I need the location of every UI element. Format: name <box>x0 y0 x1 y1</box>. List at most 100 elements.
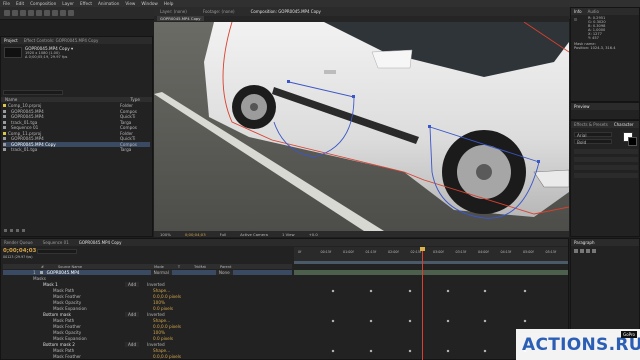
interpret-footage-icon[interactable] <box>4 228 7 232</box>
current-time[interactable]: 0;00;04;03 <box>185 232 206 237</box>
keyframe[interactable] <box>408 349 412 352</box>
menu-view[interactable]: View <box>125 1 135 6</box>
keyframe[interactable] <box>483 289 487 292</box>
tab-sequence[interactable]: Sequence 01 <box>43 240 69 245</box>
camera-dropdown[interactable]: Active Camera <box>240 232 268 237</box>
layer-name[interactable]: GOPR0045.MP4 <box>47 270 147 275</box>
property-value[interactable]: 0.0 pixels <box>153 336 173 341</box>
layer-parent[interactable]: None <box>215 270 233 275</box>
composition-viewer[interactable] <box>154 22 569 231</box>
layer-bar[interactable] <box>294 270 568 275</box>
tab-info[interactable]: Info <box>574 9 582 14</box>
rotate-tool-icon[interactable] <box>28 10 34 16</box>
menu-help[interactable]: Help <box>164 1 174 6</box>
property-row[interactable]: Mask Path Shape... <box>5 288 290 293</box>
property-row[interactable]: Mask Feather 0.0,0.0 pixels <box>5 294 290 299</box>
keyframe[interactable] <box>408 289 412 292</box>
project-item[interactable]: GOPR0045.MP4 Compos <box>3 109 150 114</box>
tab-layer[interactable]: Layer: (none) <box>160 9 187 14</box>
trash-icon[interactable] <box>22 228 25 232</box>
column-name[interactable]: Name <box>5 97 17 102</box>
property-row[interactable]: Mask Feather 0.0,0.0 pixels <box>5 354 290 359</box>
inverted-checkbox[interactable]: Inverted <box>147 282 165 287</box>
work-area-bar[interactable] <box>294 261 568 264</box>
menu-layer[interactable]: Layer <box>62 1 74 6</box>
keyframe[interactable] <box>369 289 373 292</box>
new-comp-icon[interactable] <box>16 228 19 232</box>
tab-character[interactable]: Character <box>614 122 634 127</box>
menu-window[interactable]: Window <box>141 1 158 6</box>
property-value[interactable]: 0.0,0.0 pixels <box>153 324 181 329</box>
menu-effect[interactable]: Effect <box>80 1 92 6</box>
pan-behind-tool-icon[interactable] <box>44 10 50 16</box>
inverted-checkbox[interactable]: Inverted <box>147 312 165 317</box>
property-value[interactable]: Shape... <box>153 288 170 293</box>
property-value[interactable]: 0.0 pixels <box>153 306 173 311</box>
tab-render-queue[interactable]: Render Queue <box>4 240 33 245</box>
keyframe[interactable] <box>483 349 487 352</box>
character-settings[interactable] <box>574 149 638 189</box>
views-dropdown[interactable]: 1 View <box>282 232 295 237</box>
column-type[interactable]: Type <box>130 97 140 102</box>
property-value[interactable]: 0.0,0.0 pixels <box>153 354 181 359</box>
hand-tool-icon[interactable] <box>12 10 18 16</box>
header-source[interactable]: Source Name <box>58 265 140 269</box>
keyframe[interactable] <box>369 319 373 322</box>
property-row[interactable]: Mask Path Shape... <box>5 348 290 353</box>
project-item[interactable]: GOPR0045.MP4 Copy Compos <box>3 141 150 147</box>
stroke-color-swatch[interactable] <box>628 137 637 146</box>
mask-row[interactable]: Mask 1 Add Inverted <box>5 282 290 287</box>
project-item[interactable]: track_01.tga Targa <box>3 147 150 152</box>
project-item[interactable]: GOPR0045.MP4 QuickTi <box>3 136 150 141</box>
selection-tool-icon[interactable] <box>4 10 10 16</box>
font-style-field[interactable]: Bold <box>574 139 612 145</box>
property-value[interactable]: Shape... <box>153 348 170 353</box>
exposure-value[interactable]: +0.0 <box>309 232 318 237</box>
tab-effects-presets[interactable]: Effects & Presets <box>574 122 608 127</box>
property-row[interactable]: Mask Opacity 100% <box>5 300 290 305</box>
mask-row[interactable]: Bottom mask Add Inverted <box>5 312 290 317</box>
tab-composition[interactable]: Composition: GOPR0045.MP4 Copy <box>251 9 321 14</box>
inverted-checkbox[interactable]: Inverted <box>147 342 165 347</box>
camera-tool-icon[interactable] <box>36 10 42 16</box>
keyframe[interactable] <box>331 319 335 322</box>
keyframe[interactable] <box>331 349 335 352</box>
tab-paragraph[interactable]: Paragraph <box>574 240 595 245</box>
sub-tab-comp[interactable]: GOPR0045.MP4 Copy <box>157 16 204 21</box>
menu-file[interactable]: File <box>3 1 10 6</box>
property-row[interactable]: Mask Expansion 0.0 pixels <box>5 306 290 311</box>
zoom-tool-icon[interactable] <box>20 10 26 16</box>
tab-timeline-comp[interactable]: GOPR0045.MP4 Copy <box>79 240 122 245</box>
layer-mode[interactable]: Normal <box>150 270 172 275</box>
mask-mode-dropdown[interactable]: Add <box>125 282 140 287</box>
group-row[interactable]: Masks <box>5 276 290 281</box>
mask-tool-icon[interactable] <box>52 10 58 16</box>
tab-project[interactable]: Project <box>4 38 18 43</box>
tab-audio[interactable]: Audio <box>588 9 599 14</box>
current-time-indicator[interactable] <box>422 247 423 360</box>
menu-composition[interactable]: Composition <box>30 1 56 6</box>
align-buttons[interactable] <box>574 249 638 254</box>
mask-row[interactable]: Bottom mask 2 Add Inverted <box>5 342 290 347</box>
keyframe[interactable] <box>369 349 373 352</box>
keyframe[interactable] <box>446 289 450 292</box>
project-item[interactable]: Sequence 01 Compos <box>3 125 150 130</box>
tab-preview[interactable]: Preview <box>574 104 590 109</box>
keyframe[interactable] <box>408 319 412 322</box>
tab-effect-controls[interactable]: Effect Controls: GOPR0045.MP4 Copy <box>24 38 99 43</box>
layer-row[interactable]: 1 GOPR0045.MP4 Normal None <box>3 270 292 275</box>
time-ruler[interactable]: 0f 00:15f 01:00f 01:15f 02:00f 02:15f 03:00f 03… <box>294 247 568 261</box>
menu-edit[interactable]: Edit <box>16 1 24 6</box>
project-item[interactable]: Comp_11.prproj Folder <box>3 131 150 136</box>
pen-tool-icon[interactable] <box>60 10 66 16</box>
property-row[interactable]: Mask Feather 0.0,0.0 pixels <box>5 324 290 329</box>
property-row[interactable]: Mask Expansion 0.0 pixels <box>5 336 290 341</box>
zoom-dropdown[interactable]: 100% <box>160 232 171 237</box>
property-row[interactable]: Mask Path Shape... <box>5 318 290 323</box>
menu-animation[interactable]: Animation <box>98 1 119 6</box>
type-tool-icon[interactable] <box>68 10 74 16</box>
project-item[interactable]: track_01.tga Targa <box>3 120 150 125</box>
property-value[interactable]: 0.0,0.0 pixels <box>153 294 181 299</box>
keyframe[interactable] <box>523 319 527 322</box>
mask-mode-dropdown[interactable]: Add <box>125 312 140 317</box>
